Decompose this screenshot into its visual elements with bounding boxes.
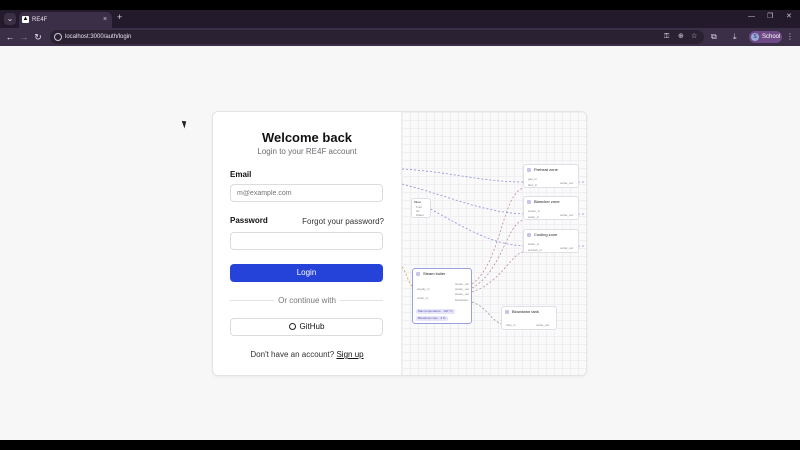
diagram-node[interactable]: Mixer Fuel Air Water — [411, 198, 431, 218]
reload-icon[interactable]: ↻ — [31, 30, 45, 44]
page-viewport: Welcome back Login to your RE4F account … — [0, 46, 800, 440]
node-title: Blancher zone — [534, 199, 560, 204]
node-port: water_in — [528, 215, 540, 219]
download-icon[interactable]: ⤓ — [733, 30, 737, 44]
page-title: Welcome back — [261, 130, 353, 145]
node-title: Mixer — [414, 200, 422, 204]
node-icon — [505, 310, 509, 314]
diagram-edge — [426, 206, 525, 247]
node-pill: Blowdown rate · 4 % — [416, 316, 448, 321]
node-pill: Max temperature · 120 °C — [416, 309, 455, 314]
forgot-password-link[interactable]: Forgot your password? — [302, 217, 384, 226]
node-port: water_in — [528, 242, 540, 246]
node-port: outlet_out — [560, 181, 574, 185]
node-title: Steam boiler — [423, 271, 446, 276]
screen-bottom-bar — [0, 440, 800, 450]
diagram-node[interactable]: Cooling zone water_in product_in outlet_… — [523, 229, 579, 253]
divider-text: Or continue with — [278, 296, 336, 305]
node-icon — [527, 200, 531, 204]
node-port: blowdown — [455, 298, 469, 302]
extensions-icon[interactable]: ⧉ — [711, 30, 717, 44]
node-port: supply_in — [417, 287, 430, 291]
email-label: Email — [230, 170, 252, 179]
node-port: Water — [416, 213, 424, 217]
diagram-node[interactable]: Steam boiler supply_in water_in steam_ou… — [412, 268, 472, 324]
github-label: GitHub — [299, 322, 325, 331]
password-field[interactable] — [230, 232, 383, 250]
avatar: S — [751, 33, 759, 41]
diagram-edge — [471, 219, 525, 289]
diagram-edge — [471, 301, 503, 325]
node-title: Preheat zone — [534, 167, 558, 172]
browser-tab-bar: ⌄ ▲ RE4F × + — ❐ ✕ — [0, 10, 800, 28]
node-port: water_in — [417, 296, 429, 300]
node-port: outlet_out — [560, 213, 574, 217]
back-icon[interactable]: ← — [3, 30, 17, 44]
node-icon — [416, 272, 420, 276]
node-port: steam_in — [528, 209, 541, 213]
node-icon — [527, 233, 531, 237]
signup-row: Don't have an account? Sign up — [213, 350, 401, 359]
diagram-edge — [471, 187, 525, 285]
tab-title: RE4F — [32, 17, 48, 23]
diagram-edge — [402, 168, 525, 183]
favicon-icon: ▲ — [22, 16, 29, 23]
tab-list-icon[interactable]: ⌄ — [4, 13, 16, 25]
page-subtitle: Login to your RE4F account — [257, 147, 357, 156]
diagram-node[interactable]: Blowdown tank inlet_in outlet_out — [501, 306, 557, 330]
tab-close-icon[interactable]: × — [103, 14, 107, 26]
minimize-icon[interactable]: — — [748, 10, 755, 24]
address-bar[interactable]: localhost:3000/auth/login ⚿ ⊕ ☆ — [50, 30, 704, 44]
node-port: outlet_out — [536, 323, 550, 327]
diagram-panel: Preheat zone gas_in flow_in outlet_out B… — [401, 112, 586, 375]
close-window-icon[interactable]: ✕ — [786, 10, 792, 24]
node-icon — [527, 168, 531, 172]
password-label: Password — [230, 216, 268, 225]
node-port: inlet_in — [506, 323, 516, 327]
diagram-node[interactable]: Blancher zone steam_in water_in outlet_o… — [523, 196, 579, 220]
maximize-icon[interactable]: ❐ — [767, 10, 773, 24]
profile-button[interactable]: S School — [749, 31, 782, 43]
browser-tab[interactable]: ▲ RE4F × — [19, 12, 112, 28]
password-key-icon[interactable]: ⚿ — [664, 30, 669, 44]
node-title: Blowdown tank — [512, 309, 539, 314]
bookmark-star-icon[interactable]: ☆ — [691, 30, 697, 44]
github-login-button[interactable]: GitHub — [230, 318, 383, 336]
profile-name: School — [762, 34, 781, 40]
menu-icon[interactable]: ⋮ — [786, 30, 794, 44]
diagram-node[interactable]: Preheat zone gas_in flow_in outlet_out — [523, 164, 579, 188]
login-button[interactable]: Login — [230, 264, 383, 282]
node-port: steam_out — [455, 282, 470, 286]
site-info-icon[interactable] — [54, 33, 62, 41]
login-card: Welcome back Login to your RE4F account … — [212, 111, 587, 376]
node-port: outlet_out — [560, 246, 574, 250]
node-port: steam_out — [455, 292, 470, 296]
node-port: steam_out — [455, 287, 470, 291]
mouse-cursor-icon — [181, 119, 189, 129]
forward-icon[interactable]: → — [17, 30, 31, 44]
node-port: gas_in — [528, 177, 537, 181]
new-tab-icon[interactable]: + — [117, 10, 122, 24]
browser-toolbar: ← → ↻ localhost:3000/auth/login ⚿ ⊕ ☆ ⧉ … — [0, 28, 800, 46]
email-field[interactable] — [230, 184, 383, 202]
node-port: product_in — [528, 248, 543, 252]
node-port: flow_in — [528, 183, 538, 187]
node-title: Cooling zone — [534, 232, 558, 237]
signup-link[interactable]: Sign up — [336, 350, 363, 359]
login-form: Welcome back Login to your RE4F account … — [213, 112, 401, 375]
github-icon — [288, 323, 296, 330]
url-text[interactable]: localhost:3000/auth/login — [65, 30, 131, 44]
no-account-text: Don't have an account? — [250, 350, 335, 359]
zoom-icon[interactable]: ⊕ — [678, 30, 684, 44]
screen-top-bar — [0, 0, 800, 10]
